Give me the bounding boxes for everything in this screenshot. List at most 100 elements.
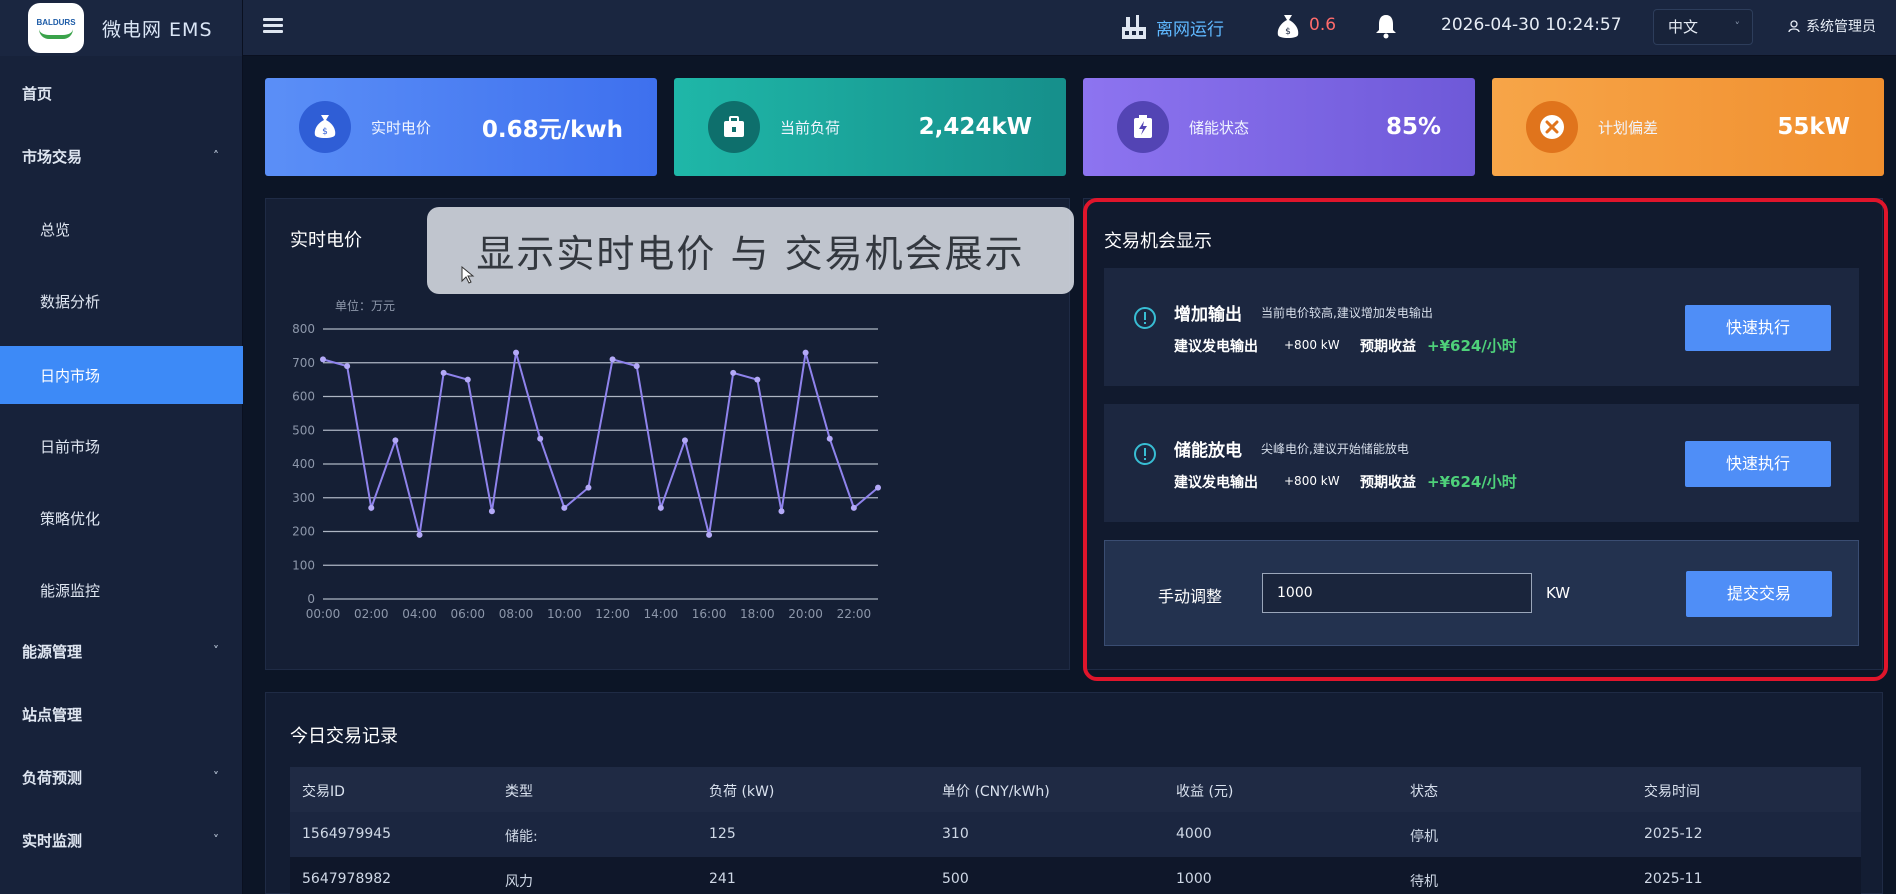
- expected-revenue-label: 预期收益: [1360, 339, 1416, 355]
- data-point: [513, 349, 520, 356]
- datetime: 2026-04-30 10:24:57: [1441, 15, 1622, 35]
- column-header: 收益 (元): [1176, 784, 1234, 800]
- x-tick-label: 22:00: [837, 607, 872, 621]
- table-cell: 125: [709, 826, 736, 842]
- opportunity-title: 增加输出: [1174, 305, 1242, 325]
- quick-execute-button[interactable]: 快速执行: [1685, 441, 1831, 487]
- load-box-icon: [708, 101, 760, 153]
- chart-unit-label: 单位：万元: [335, 298, 395, 313]
- money-bag-icon: $: [299, 101, 351, 153]
- sidebar-item-overview[interactable]: 总览: [0, 200, 243, 258]
- table-cell: 310: [942, 826, 969, 842]
- sidebar-item-home[interactable]: 首页: [0, 64, 243, 122]
- sidebar-item-label: 日内市场: [40, 366, 101, 385]
- x-tick-label: 10:00: [547, 607, 582, 621]
- chevron-down-icon: ˅: [213, 770, 219, 784]
- column-header: 类型: [505, 784, 533, 800]
- column-header: 单价 (CNY/kWh): [942, 784, 1050, 800]
- app-title: 微电网 EMS: [102, 18, 213, 41]
- y-tick-label: 800: [292, 322, 315, 336]
- y-tick-label: 400: [292, 457, 315, 471]
- suggested-output-value: +800 kW: [1284, 474, 1340, 488]
- sidebar-item-label: 数据分析: [40, 292, 101, 311]
- table-row[interactable]: 5647978982 风力 241 500 1000 待机 2025-11: [290, 857, 1861, 894]
- y-tick-label: 200: [292, 525, 315, 539]
- data-point: [344, 363, 351, 370]
- table-cell: 500: [942, 871, 969, 887]
- table-cell: 1564979945: [302, 826, 392, 842]
- sidebar-item-label: 能源管理: [22, 642, 83, 661]
- column-header: 负荷 (kW): [709, 784, 775, 800]
- sidebar-item-strategy-optimization[interactable]: 策略优化: [0, 489, 243, 547]
- sidebar-item-site-management[interactable]: 站点管理: [0, 685, 243, 743]
- x-tick-label: 08:00: [499, 607, 534, 621]
- expected-revenue-label: 预期收益: [1360, 475, 1416, 491]
- table-cell: 储能:: [505, 829, 538, 845]
- overlay-caption-text: 显示实时电价 与 交易机会展示: [476, 232, 1025, 276]
- language-select[interactable]: 中文 ˅: [1653, 9, 1753, 45]
- data-point: [368, 504, 375, 511]
- svg-text:$: $: [322, 127, 328, 137]
- bell-icon[interactable]: [1374, 12, 1398, 40]
- sidebar-item-label: 站点管理: [22, 705, 83, 724]
- sidebar-item-day-ahead-market[interactable]: 日前市场: [0, 417, 243, 475]
- info-icon: [1134, 443, 1156, 465]
- user-menu[interactable]: 系统管理员: [1788, 16, 1876, 36]
- sidebar-item-energy-management[interactable]: 能源管理 ˅: [0, 622, 243, 680]
- y-tick-label: 500: [292, 423, 315, 437]
- user-name: 系统管理员: [1806, 19, 1876, 35]
- data-point: [657, 504, 664, 511]
- table-cell: 停机: [1410, 829, 1438, 845]
- data-point: [730, 369, 737, 376]
- sidebar-item-label: 策略优化: [40, 509, 101, 528]
- chevron-down-icon: ˅: [1734, 20, 1741, 33]
- svg-text:$: $: [1285, 27, 1291, 37]
- menu-icon[interactable]: [263, 18, 283, 34]
- money-bag-icon: $: [1277, 15, 1299, 38]
- sidebar-item-energy-monitoring[interactable]: 能源监控: [0, 561, 243, 619]
- panel-title: 交易机会显示: [1104, 231, 1212, 252]
- sidebar-item-load-forecast[interactable]: 负荷预测 ˅: [0, 748, 243, 806]
- data-point: [633, 363, 640, 370]
- data-point: [875, 484, 881, 491]
- overlay-caption: 显示实时电价 与 交易机会展示: [427, 207, 1074, 294]
- unit-label: KW: [1546, 584, 1571, 602]
- opportunity-title: 储能放电: [1174, 441, 1242, 461]
- suggested-output-label: 建议发电输出: [1174, 339, 1258, 355]
- sidebar-item-intraday-market[interactable]: 日内市场: [0, 346, 243, 404]
- table-row[interactable]: 1564979945 储能: 125 310 4000 停机 2025-12: [290, 812, 1861, 857]
- table-cell: 1000: [1176, 871, 1212, 887]
- alert-value: 0.6: [1309, 15, 1337, 35]
- table-cell: 5647978982: [302, 871, 392, 887]
- kpi-label: 储能状态: [1189, 118, 1250, 137]
- series-line: [322, 352, 879, 536]
- chevron-down-icon: ˅: [213, 833, 219, 847]
- brand-logo[interactable]: BALDURS: [28, 3, 84, 53]
- y-tick-label: 300: [292, 491, 315, 505]
- expected-revenue-value: +¥624/小时: [1427, 337, 1517, 355]
- data-point: [561, 504, 568, 511]
- data-point: [826, 435, 833, 442]
- brand: BALDURS 微电网 EMS: [0, 0, 242, 56]
- manual-adjust-input[interactable]: [1262, 573, 1532, 613]
- y-tick-label: 600: [292, 390, 315, 404]
- opportunity-card: 增加输出 当前电价较高,建议增加发电输出 建议发电输出 +800 kW 预期收益…: [1104, 268, 1859, 386]
- sidebar-item-market-trading[interactable]: 市场交易 ˄: [0, 127, 243, 185]
- x-tick-label: 04:00: [402, 607, 437, 621]
- data-point: [320, 356, 326, 363]
- panel-title: 今日交易记录: [290, 726, 398, 747]
- sidebar-item-realtime-monitoring[interactable]: 实时监测 ˅: [0, 811, 243, 869]
- submit-trade-button[interactable]: 提交交易: [1686, 571, 1832, 617]
- data-point: [754, 376, 761, 383]
- table-cell: 风力: [505, 874, 533, 890]
- opportunity-desc: 当前电价较高,建议增加发电输出: [1261, 306, 1433, 320]
- sidebar-item-data-analysis[interactable]: 数据分析: [0, 272, 243, 330]
- x-tick-label: 14:00: [644, 607, 679, 621]
- x-tick-label: 18:00: [740, 607, 775, 621]
- column-header: 状态: [1410, 784, 1438, 800]
- quick-execute-button[interactable]: 快速执行: [1685, 305, 1831, 351]
- battery-bolt-icon: [1117, 101, 1169, 153]
- kpi-value: 2,424kW: [918, 114, 1032, 140]
- power-grid-icon: [1122, 15, 1146, 39]
- table-cell: 2025-11: [1644, 871, 1703, 887]
